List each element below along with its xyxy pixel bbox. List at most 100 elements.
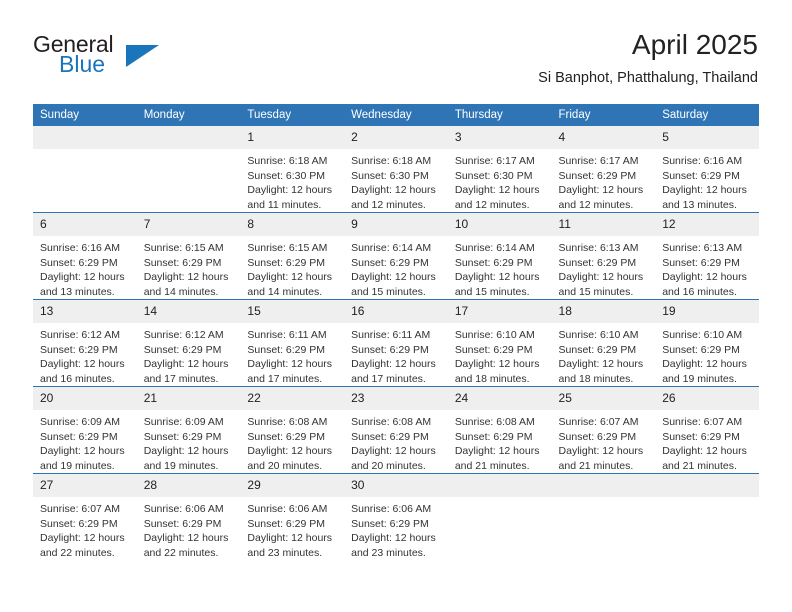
daylight-text: Daylight: 12 hours bbox=[454, 358, 540, 370]
day-number bbox=[551, 474, 656, 497]
day-number bbox=[447, 474, 552, 497]
daylight-text: Daylight: 12 hours bbox=[143, 358, 229, 370]
sunset-text: Sunset: 6:29 PM bbox=[454, 256, 533, 269]
daylight-text: Daylight: 12 hours bbox=[247, 271, 333, 283]
sunset-text: Sunset: 6:29 PM bbox=[351, 256, 429, 269]
calendar-day-cell[interactable]: 15 Sunrise: 6:11 AM Sunset: 6:29 PM Dayligh… bbox=[240, 299, 345, 387]
sunset-text: Sunset: 6:29 PM bbox=[40, 517, 118, 530]
daylight-text: Daylight: 12 hours bbox=[662, 358, 747, 370]
general-blue-logo[interactable]: General Blue bbox=[33, 33, 159, 76]
day-details: Sunrise: 6:10 AM Sunset: 6:29 PM Daylight:… bbox=[552, 323, 656, 386]
daylight-text-cont: and 22 minutes. bbox=[143, 546, 219, 559]
day-details: Sunrise: 6:12 AM Sunset: 6:29 PM Daylight:… bbox=[137, 323, 241, 386]
calendar-day-cell[interactable]: 29 Sunrise: 6:06 AM Sunset: 6:29 PM Dayligh… bbox=[240, 473, 345, 560]
daylight-text-cont: and 14 minutes. bbox=[143, 285, 219, 298]
daylight-text-cont: and 15 minutes. bbox=[351, 285, 426, 298]
sunrise-text: Sunrise: 6:06 AM bbox=[351, 503, 432, 515]
sunset-text: Sunset: 6:29 PM bbox=[662, 256, 740, 269]
calendar-day-cell[interactable]: 26 Sunrise: 6:07 AM Sunset: 6:29 PM Dayligh… bbox=[655, 386, 759, 474]
sunrise-text: Sunrise: 6:08 AM bbox=[247, 416, 328, 428]
day-details: Sunrise: 6:06 AM Sunset: 6:29 PM Daylight:… bbox=[137, 497, 241, 560]
sunrise-text: Sunrise: 6:06 AM bbox=[143, 503, 224, 515]
calendar-day-cell[interactable]: 18 Sunrise: 6:10 AM Sunset: 6:29 PM Dayligh… bbox=[551, 299, 656, 387]
sunrise-text: Sunrise: 6:12 AM bbox=[40, 329, 120, 341]
calendar-day-cell[interactable]: 24 Sunrise: 6:08 AM Sunset: 6:29 PM Dayligh… bbox=[447, 386, 552, 474]
calendar-day-cell-empty bbox=[136, 126, 241, 213]
sunset-text: Sunset: 6:29 PM bbox=[351, 343, 429, 356]
day-details: Sunrise: 6:13 AM Sunset: 6:29 PM Daylight:… bbox=[552, 236, 656, 299]
calendar-day-cell[interactable]: 9 Sunrise: 6:14 AM Sunset: 6:29 PM Daylight… bbox=[344, 212, 448, 300]
daylight-text-cont: and 22 minutes. bbox=[40, 546, 115, 559]
daylight-text: Daylight: 12 hours bbox=[40, 445, 125, 457]
day-number: 15 bbox=[240, 300, 345, 323]
calendar-day-cell[interactable]: 16 Sunrise: 6:11 AM Sunset: 6:29 PM Dayligh… bbox=[344, 299, 448, 387]
calendar-day-cell[interactable]: 19 Sunrise: 6:10 AM Sunset: 6:29 PM Dayligh… bbox=[655, 299, 759, 387]
daylight-text-cont: and 11 minutes. bbox=[247, 198, 322, 211]
sunset-text: Sunset: 6:29 PM bbox=[247, 517, 326, 530]
day-number: 3 bbox=[447, 126, 552, 149]
day-details: Sunrise: 6:11 AM Sunset: 6:29 PM Daylight:… bbox=[344, 323, 448, 386]
daylight-text-cont: and 12 minutes. bbox=[454, 198, 530, 211]
sunset-text: Sunset: 6:29 PM bbox=[143, 256, 222, 269]
calendar-week-row: 20 Sunrise: 6:09 AM Sunset: 6:29 PM Dayligh… bbox=[33, 386, 759, 474]
calendar-day-cell[interactable]: 2 Sunrise: 6:18 AM Sunset: 6:30 PM Daylight… bbox=[344, 126, 448, 213]
sunset-text: Sunset: 6:29 PM bbox=[558, 430, 637, 443]
calendar-day-cell[interactable]: 14 Sunrise: 6:12 AM Sunset: 6:29 PM Dayligh… bbox=[136, 299, 241, 387]
calendar-day-cell[interactable]: 22 Sunrise: 6:08 AM Sunset: 6:29 PM Dayligh… bbox=[240, 386, 345, 474]
daylight-text-cont: and 13 minutes. bbox=[662, 198, 737, 211]
daylight-text: Daylight: 12 hours bbox=[662, 271, 747, 283]
daylight-text: Daylight: 12 hours bbox=[558, 271, 644, 283]
sunset-text: Sunset: 6:29 PM bbox=[662, 343, 740, 356]
calendar-day-cell[interactable]: 30 Sunrise: 6:06 AM Sunset: 6:29 PM Dayligh… bbox=[344, 473, 448, 560]
calendar-day-cell[interactable]: 23 Sunrise: 6:08 AM Sunset: 6:29 PM Dayligh… bbox=[344, 386, 448, 474]
calendar-day-cell-empty bbox=[655, 473, 759, 560]
calendar-day-cell[interactable]: 21 Sunrise: 6:09 AM Sunset: 6:29 PM Dayligh… bbox=[136, 386, 241, 474]
daylight-text: Daylight: 12 hours bbox=[351, 184, 436, 196]
day-details: Sunrise: 6:15 AM Sunset: 6:29 PM Daylight:… bbox=[240, 236, 344, 299]
day-number: 7 bbox=[136, 213, 241, 236]
day-details: Sunrise: 6:10 AM Sunset: 6:29 PM Daylight:… bbox=[448, 323, 552, 386]
calendar-day-cell[interactable]: 6 Sunrise: 6:16 AM Sunset: 6:29 PM Daylight… bbox=[33, 212, 137, 300]
daylight-text: Daylight: 12 hours bbox=[247, 358, 333, 370]
calendar-day-cell[interactable]: 5 Sunrise: 6:16 AM Sunset: 6:29 PM Daylight… bbox=[655, 126, 759, 213]
calendar-day-cell[interactable]: 27 Sunrise: 6:07 AM Sunset: 6:29 PM Dayligh… bbox=[33, 473, 137, 560]
calendar-day-cell[interactable]: 8 Sunrise: 6:15 AM Sunset: 6:29 PM Daylight… bbox=[240, 212, 345, 300]
calendar-day-cell[interactable]: 13 Sunrise: 6:12 AM Sunset: 6:29 PM Dayligh… bbox=[33, 299, 137, 387]
sunset-text: Sunset: 6:29 PM bbox=[40, 256, 118, 269]
calendar-day-cell[interactable]: 25 Sunrise: 6:07 AM Sunset: 6:29 PM Dayligh… bbox=[551, 386, 656, 474]
calendar-day-cell[interactable]: 10 Sunrise: 6:14 AM Sunset: 6:29 PM Dayligh… bbox=[447, 212, 552, 300]
daylight-text-cont: and 21 minutes. bbox=[454, 459, 530, 472]
day-details: Sunrise: 6:06 AM Sunset: 6:29 PM Daylight:… bbox=[344, 497, 448, 560]
daylight-text: Daylight: 12 hours bbox=[351, 445, 436, 457]
calendar-day-cell[interactable]: 7 Sunrise: 6:15 AM Sunset: 6:29 PM Daylight… bbox=[136, 212, 241, 300]
daylight-text: Daylight: 12 hours bbox=[558, 184, 644, 196]
calendar-day-cell[interactable]: 28 Sunrise: 6:06 AM Sunset: 6:29 PM Dayligh… bbox=[136, 473, 241, 560]
sunset-text: Sunset: 6:29 PM bbox=[454, 430, 533, 443]
calendar-day-cell[interactable]: 12 Sunrise: 6:13 AM Sunset: 6:29 PM Dayligh… bbox=[655, 212, 759, 300]
daylight-text: Daylight: 12 hours bbox=[351, 271, 436, 283]
calendar-day-cell[interactable]: 3 Sunrise: 6:17 AM Sunset: 6:30 PM Daylight… bbox=[447, 126, 552, 213]
calendar-day-cell-empty bbox=[551, 473, 656, 560]
daylight-text: Daylight: 12 hours bbox=[247, 445, 333, 457]
daylight-text: Daylight: 12 hours bbox=[558, 358, 644, 370]
sunset-text: Sunset: 6:29 PM bbox=[558, 256, 637, 269]
day-number: 30 bbox=[344, 474, 448, 497]
daylight-text-cont: and 17 minutes. bbox=[351, 372, 426, 385]
day-number: 24 bbox=[447, 387, 552, 410]
calendar-day-cell[interactable]: 20 Sunrise: 6:09 AM Sunset: 6:29 PM Dayligh… bbox=[33, 386, 137, 474]
calendar-day-cell[interactable]: 17 Sunrise: 6:10 AM Sunset: 6:29 PM Dayligh… bbox=[447, 299, 552, 387]
triangle-flag-icon bbox=[126, 45, 159, 67]
calendar-day-cell[interactable]: 4 Sunrise: 6:17 AM Sunset: 6:29 PM Daylight… bbox=[551, 126, 656, 213]
calendar-day-cell[interactable]: 11 Sunrise: 6:13 AM Sunset: 6:29 PM Dayligh… bbox=[551, 212, 656, 300]
daylight-text-cont: and 17 minutes. bbox=[143, 372, 219, 385]
sunset-text: Sunset: 6:29 PM bbox=[143, 343, 222, 356]
sunrise-text: Sunrise: 6:14 AM bbox=[351, 242, 432, 254]
sunrise-text: Sunrise: 6:07 AM bbox=[662, 416, 743, 428]
calendar-container: Sunday Monday Tuesday Wednesday Thursday Frid… bbox=[33, 104, 759, 560]
sunset-text: Sunset: 6:29 PM bbox=[351, 517, 429, 530]
weekday-header-saturday: Saturday bbox=[655, 104, 759, 126]
daylight-text-cont: and 19 minutes. bbox=[143, 459, 219, 472]
sunset-text: Sunset: 6:30 PM bbox=[454, 169, 533, 182]
daylight-text: Daylight: 12 hours bbox=[143, 445, 229, 457]
calendar-day-cell[interactable]: 1 Sunrise: 6:18 AM Sunset: 6:30 PM Daylight… bbox=[240, 126, 345, 213]
